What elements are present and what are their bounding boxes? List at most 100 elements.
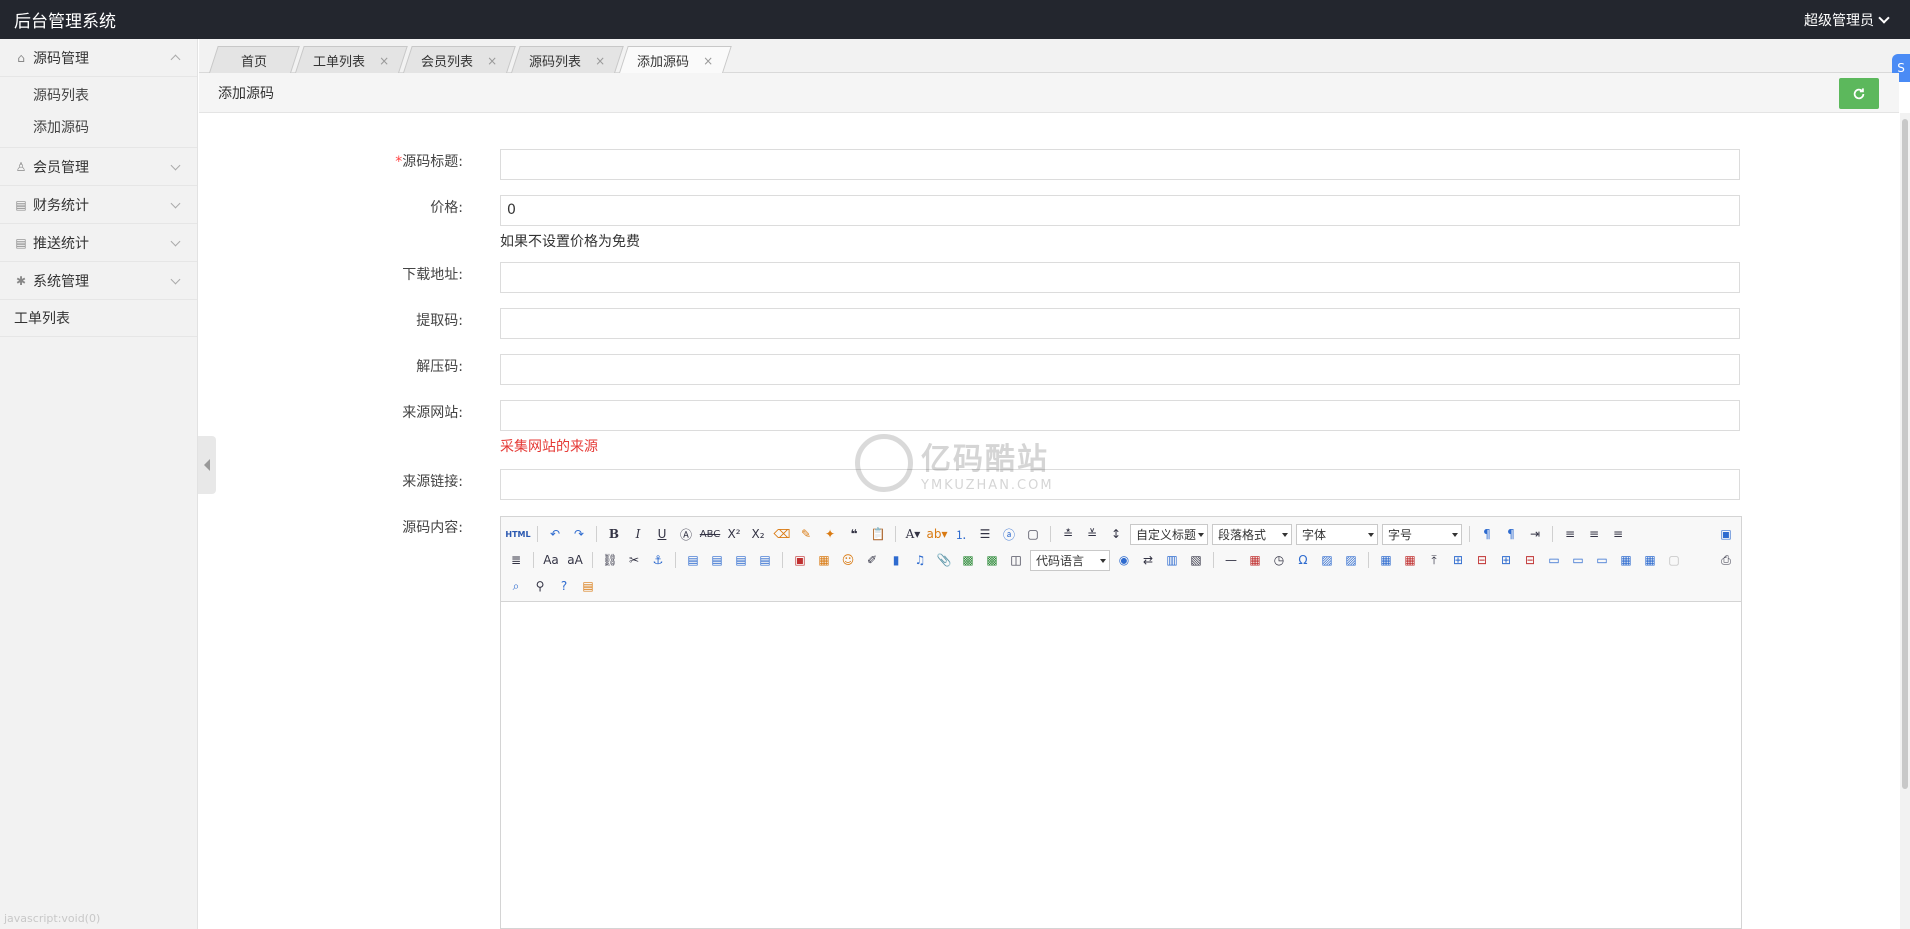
- justify-icon[interactable]: ≣: [506, 550, 526, 570]
- nav-head-member-management[interactable]: ♙ 会员管理: [0, 148, 197, 185]
- insert-col-icon[interactable]: ⊞: [1496, 550, 1516, 570]
- special-chars-icon[interactable]: Ω: [1293, 550, 1313, 570]
- select-all-icon[interactable]: ⓐ: [999, 524, 1019, 544]
- scrawl-icon[interactable]: ✐: [862, 550, 882, 570]
- highlight-color-icon[interactable]: ab▾: [927, 524, 948, 544]
- word-image-icon[interactable]: ▨: [1317, 550, 1337, 570]
- close-icon[interactable]: ×: [379, 53, 389, 67]
- auto-format-icon[interactable]: ✦: [820, 524, 840, 544]
- underline-icon[interactable]: U: [652, 524, 672, 544]
- unzip-code-input[interactable]: [500, 354, 1740, 385]
- attachment-icon[interactable]: 📎: [934, 550, 954, 570]
- touppercase-icon[interactable]: Aa: [541, 550, 561, 570]
- insert-table-icon[interactable]: ▦: [1376, 550, 1396, 570]
- web-app-icon[interactable]: ◉: [1114, 550, 1134, 570]
- split-rows-icon[interactable]: ▦: [1640, 550, 1660, 570]
- row-spacing-top-icon[interactable]: ≛: [1058, 524, 1078, 544]
- line-height-icon[interactable]: ↕: [1106, 524, 1126, 544]
- sidebar-item-source-list[interactable]: 源码列表: [0, 79, 197, 111]
- editor-content-area[interactable]: [501, 602, 1741, 928]
- scrollbar-thumb[interactable]: [1902, 119, 1908, 789]
- gmap-icon[interactable]: ▩: [982, 550, 1002, 570]
- font-family-select[interactable]: 字体: [1296, 523, 1378, 545]
- refresh-button[interactable]: [1839, 78, 1879, 109]
- fullscreen-icon[interactable]: ▣: [1716, 524, 1736, 544]
- undo-icon[interactable]: ↶: [545, 524, 565, 544]
- user-menu[interactable]: 超级管理员: [1804, 10, 1890, 30]
- insert-row-icon[interactable]: ⊞: [1448, 550, 1468, 570]
- insert-image-icon[interactable]: ▦: [814, 550, 834, 570]
- align-center-icon[interactable]: ≡: [1584, 524, 1604, 544]
- page-scrollbar[interactable]: [1900, 113, 1910, 929]
- download-url-input[interactable]: [500, 262, 1740, 293]
- delete-col-icon[interactable]: ⊟: [1520, 550, 1540, 570]
- image-left-icon[interactable]: ▤: [707, 550, 727, 570]
- format-brush-icon[interactable]: ✎: [796, 524, 816, 544]
- page-break-icon[interactable]: ⇄: [1138, 550, 1158, 570]
- tab-member-list[interactable]: 会员列表 ×: [403, 46, 516, 73]
- align-left-icon[interactable]: ≡: [1560, 524, 1580, 544]
- font-size-select[interactable]: 字号: [1382, 523, 1462, 545]
- anchor-icon[interactable]: ⚓: [648, 550, 668, 570]
- ordered-list-icon[interactable]: ⒈: [951, 524, 971, 544]
- drafts-icon[interactable]: ▤: [578, 576, 598, 596]
- split-cells-icon[interactable]: ▦: [1616, 550, 1636, 570]
- help-icon[interactable]: ?: [554, 576, 574, 596]
- strikethrough-icon[interactable]: ABC: [700, 524, 721, 544]
- subscript-icon[interactable]: X₂: [748, 524, 768, 544]
- bold-icon[interactable]: B: [604, 524, 624, 544]
- close-icon[interactable]: ×: [703, 53, 713, 67]
- map-icon[interactable]: ▩: [958, 550, 978, 570]
- background-icon[interactable]: ▧: [1186, 550, 1206, 570]
- merge-right-icon[interactable]: ▭: [1568, 550, 1588, 570]
- delete-row-icon[interactable]: ⊟: [1472, 550, 1492, 570]
- link-icon[interactable]: ⛓: [600, 550, 620, 570]
- merge-cells-icon[interactable]: ▭: [1544, 550, 1564, 570]
- unlink-icon[interactable]: ✂: [624, 550, 644, 570]
- nav-head-system-management[interactable]: ✱ 系统管理: [0, 262, 197, 299]
- insert-video-icon[interactable]: ▮: [886, 550, 906, 570]
- paragraph-select[interactable]: 段落格式: [1212, 523, 1292, 545]
- tab-add-source[interactable]: 添加源码 ×: [619, 46, 732, 73]
- template-icon[interactable]: ▥: [1162, 550, 1182, 570]
- tolowercase-icon[interactable]: aA: [565, 550, 585, 570]
- code-language-select[interactable]: 代码语言: [1030, 549, 1110, 571]
- sidebar-item-add-source[interactable]: 添加源码: [0, 111, 197, 143]
- extract-code-input[interactable]: [500, 308, 1740, 339]
- font-color-icon[interactable]: A▾: [903, 524, 923, 544]
- horizontal-rule-icon[interactable]: —: [1221, 550, 1241, 570]
- search-replace-icon[interactable]: ⚲: [530, 576, 550, 596]
- source-site-input[interactable]: [500, 400, 1740, 431]
- italic-icon[interactable]: I: [628, 524, 648, 544]
- clear-doc-icon[interactable]: ▢: [1023, 524, 1043, 544]
- superscript-icon[interactable]: X²: [724, 524, 744, 544]
- insert-paragraph-before-table-icon[interactable]: ⤒: [1424, 550, 1444, 570]
- insert-frame-icon[interactable]: ◫: [1006, 550, 1026, 570]
- print-icon[interactable]: ⎙: [1716, 550, 1736, 570]
- align-right-icon[interactable]: ≡: [1608, 524, 1628, 544]
- row-spacing-bottom-icon[interactable]: ≚: [1082, 524, 1102, 544]
- tab-home[interactable]: 首页: [209, 46, 300, 73]
- font-border-icon[interactable]: Ⓐ: [676, 524, 696, 544]
- image-none-icon[interactable]: ▤: [683, 550, 703, 570]
- unordered-list-icon[interactable]: ☰: [975, 524, 995, 544]
- date-icon[interactable]: ▦: [1245, 550, 1265, 570]
- price-input[interactable]: 0: [500, 195, 1740, 226]
- simple-upload-icon[interactable]: ▣: [790, 550, 810, 570]
- close-icon[interactable]: ×: [595, 53, 605, 67]
- indent-icon[interactable]: ⇥: [1525, 524, 1545, 544]
- nav-head-source-management[interactable]: ⌂ 源码管理: [0, 39, 197, 76]
- close-icon[interactable]: ×: [487, 53, 497, 67]
- blockquote-icon[interactable]: ❝: [844, 524, 864, 544]
- preview-icon[interactable]: ⌕: [506, 576, 526, 596]
- rtl-icon[interactable]: ¶: [1501, 524, 1521, 544]
- html-source-button[interactable]: HTML: [505, 524, 530, 544]
- eraser-icon[interactable]: ⌫: [772, 524, 792, 544]
- nav-head-push-stats[interactable]: ▤ 推送统计: [0, 224, 197, 261]
- merge-down-icon[interactable]: ▭: [1592, 550, 1612, 570]
- music-icon[interactable]: ♫: [910, 550, 930, 570]
- tab-source-list[interactable]: 源码列表 ×: [511, 46, 624, 73]
- nav-head-finance-stats[interactable]: ▤ 财务统计: [0, 186, 197, 223]
- ltr-icon[interactable]: ¶: [1477, 524, 1497, 544]
- time-icon[interactable]: ◷: [1269, 550, 1289, 570]
